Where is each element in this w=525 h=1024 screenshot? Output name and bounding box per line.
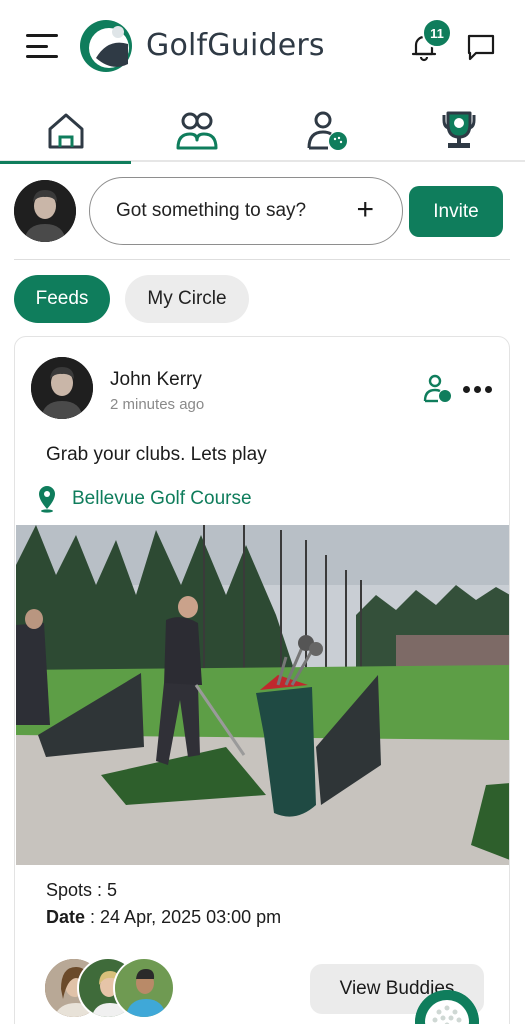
- author-name[interactable]: John Kerry: [110, 369, 202, 391]
- trophy-icon: [442, 111, 475, 148]
- post-photo[interactable]: [16, 525, 510, 865]
- filter-my-circle[interactable]: My Circle: [125, 275, 249, 323]
- app-header: GolfGuiders 11: [0, 0, 525, 95]
- filter-feeds[interactable]: Feeds: [14, 275, 110, 323]
- date-info: Date : 24 Apr, 2025 03:00 pm: [46, 907, 282, 927]
- invite-button[interactable]: Invite: [409, 186, 503, 237]
- spots-info: Spots : 5: [46, 880, 118, 900]
- composer-placeholder: Got something to say?: [116, 200, 307, 221]
- more-horizontal-icon[interactable]: [463, 386, 492, 393]
- golfer-icon[interactable]: [423, 374, 453, 404]
- post-location[interactable]: Bellevue Golf Course: [72, 488, 252, 510]
- friends-icon: [176, 112, 217, 150]
- home-icon: [48, 113, 83, 149]
- tab-golfer[interactable]: [262, 100, 393, 162]
- chat-icon[interactable]: [465, 31, 497, 63]
- divider: [14, 259, 510, 260]
- tab-friends[interactable]: [131, 100, 262, 162]
- tab-leaderboard[interactable]: [393, 100, 524, 162]
- post-card: John Kerry 2 minutes ago Grab your clubs…: [14, 336, 510, 1024]
- brand-name: GolfGuiders: [146, 28, 325, 63]
- post-text: Grab your clubs. Lets play: [46, 444, 267, 465]
- tab-home[interactable]: [0, 100, 131, 164]
- post-composer-input[interactable]: Got something to say? +: [89, 177, 403, 245]
- my-avatar[interactable]: [14, 180, 76, 242]
- golfguiders-logo: [80, 20, 132, 72]
- main-tabs: [0, 100, 525, 164]
- location-pin-icon: [39, 486, 55, 513]
- add-post-icon[interactable]: +: [356, 195, 374, 225]
- buddy-avatar: [113, 957, 175, 1019]
- buddies-avatars[interactable]: [43, 957, 183, 1021]
- hamburger-icon[interactable]: [26, 34, 58, 58]
- notification-badge: 11: [422, 18, 452, 48]
- post-time: 2 minutes ago: [110, 396, 205, 413]
- author-avatar[interactable]: [31, 357, 93, 419]
- golfer-icon: [307, 111, 347, 150]
